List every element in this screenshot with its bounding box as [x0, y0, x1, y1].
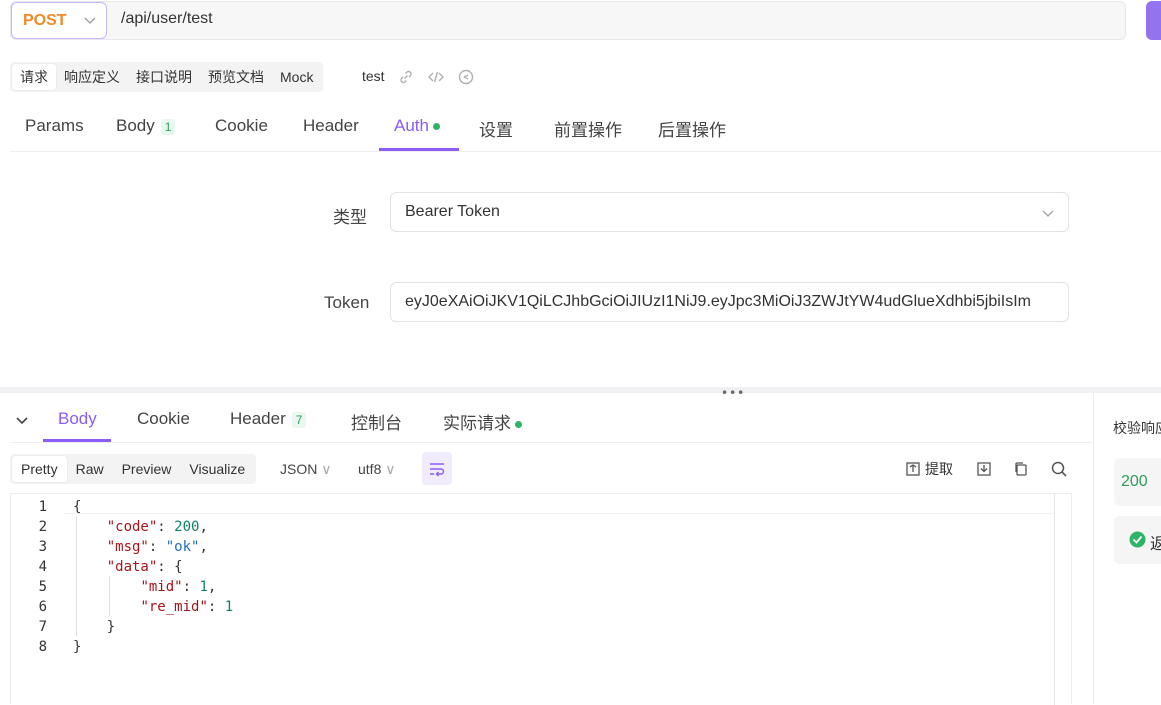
line-number: 3: [38, 539, 47, 555]
copy-icon[interactable]: [1012, 460, 1030, 478]
tab-cookie[interactable]: Cookie: [215, 116, 268, 136]
extract-icon: [906, 462, 920, 476]
editor-scrollbar[interactable]: [1054, 494, 1055, 705]
tab-body[interactable]: Body 1: [116, 116, 176, 136]
token-input[interactable]: eyJ0eXAiOiJKV1QiLCJhbGciOiJIUzI1NiJ9.eyJ…: [390, 282, 1069, 322]
response-tab-actual-request[interactable]: 实际请求: [443, 409, 522, 434]
code-line: }: [73, 639, 82, 655]
panel-splitter[interactable]: [0, 387, 1161, 393]
chevron-down-icon: [84, 17, 96, 24]
response-tab-body[interactable]: Body: [58, 409, 97, 429]
link-icon[interactable]: [397, 68, 415, 86]
tab-body-label: Body: [116, 116, 155, 135]
check-circle-icon: [1129, 531, 1146, 548]
encoding-select-value: utf8: [358, 461, 382, 477]
subtab-preview-doc[interactable]: 预览文档: [200, 64, 272, 90]
chevron-down-icon: ∨: [385, 461, 396, 477]
status-code: 200: [1121, 473, 1148, 490]
share-icon[interactable]: [457, 68, 475, 86]
response-tab-actual-label: 实际请求: [443, 414, 511, 433]
url-bar: POST: [10, 1, 1126, 40]
header-count-badge: 7: [291, 411, 307, 428]
tab-post-operations[interactable]: 后置操作: [658, 116, 726, 141]
status-code-box[interactable]: 200: [1114, 458, 1161, 506]
auth-type-label: 类型: [333, 208, 367, 227]
validation-title: 校验响应: [1113, 420, 1161, 436]
extract-button[interactable]: 提取: [905, 459, 953, 479]
auth-type-select[interactable]: Bearer Token: [390, 192, 1069, 232]
request-subtabs: 请求 响应定义 接口说明 预览文档 Mock: [10, 62, 324, 92]
code-line: "mid": 1,: [140, 579, 217, 595]
tab-header[interactable]: Header: [303, 116, 359, 136]
validation-text: 返: [1150, 536, 1161, 553]
validation-result[interactable]: 返: [1114, 516, 1161, 564]
active-line-highlight: [63, 494, 1053, 514]
search-icon[interactable]: [1050, 460, 1068, 478]
request-tabs: Params Body 1 Cookie Header Auth 设置 前置操作 …: [10, 107, 1161, 152]
tab-pre-operations[interactable]: 前置操作: [554, 116, 622, 141]
wrap-lines-button[interactable]: [422, 452, 452, 485]
code-line: "code": 200,: [106, 519, 208, 535]
line-number: 2: [38, 519, 47, 535]
active-response-tab-indicator: [43, 439, 111, 442]
chevron-down-icon: ∨: [321, 461, 332, 477]
encoding-select[interactable]: utf8 ∨: [358, 461, 396, 478]
format-select[interactable]: JSON ∨: [280, 461, 331, 478]
format-raw[interactable]: Raw: [67, 456, 113, 482]
subtab-mock[interactable]: Mock: [272, 64, 321, 90]
line-number: 6: [38, 599, 47, 615]
code-line: "data": {: [106, 559, 183, 575]
chevron-down-icon: [1042, 210, 1054, 217]
method-label: POST: [23, 11, 67, 29]
response-code-editor[interactable]: 1 2 3 4 5 6 7 8 { "code": 200, "msg": "o…: [10, 493, 1072, 705]
auth-status-dot: [432, 123, 440, 131]
subtab-response-definition[interactable]: 响应定义: [56, 64, 128, 90]
url-input[interactable]: [121, 10, 1021, 28]
format-visualize[interactable]: Visualize: [180, 456, 254, 482]
actual-request-status-dot: [515, 421, 522, 429]
api-name: test: [362, 68, 385, 84]
code-line: "re_mid": 1: [140, 599, 234, 615]
line-number: 8: [38, 639, 47, 655]
tab-params[interactable]: Params: [25, 116, 84, 136]
response-tabs: Body Cookie Header 7 控制台 实际请求: [10, 397, 1092, 443]
line-number: 7: [38, 619, 47, 635]
format-pretty[interactable]: Pretty: [12, 456, 67, 482]
code-line: {: [73, 499, 82, 515]
tab-settings[interactable]: 设置: [479, 116, 513, 141]
code-line: }: [73, 619, 116, 635]
tab-auth-label: Auth: [394, 116, 429, 135]
response-tab-header[interactable]: Header 7: [230, 409, 307, 429]
format-tabs: Pretty Raw Preview Visualize: [10, 454, 257, 484]
token-value: eyJ0eXAiOiJKV1QiLCJhbGciOiJIUzI1NiJ9.eyJ…: [405, 293, 1031, 310]
auth-type-value: Bearer Token: [405, 203, 500, 220]
method-select[interactable]: POST: [11, 2, 107, 39]
tab-auth[interactable]: Auth: [394, 116, 440, 136]
response-tab-console[interactable]: 控制台: [351, 409, 402, 434]
line-number: 1: [38, 499, 47, 515]
token-label: Token: [324, 293, 370, 312]
wrap-icon: [430, 463, 445, 477]
collapse-chevron-icon[interactable]: [14, 412, 30, 428]
code-icon[interactable]: [427, 68, 445, 86]
validation-panel: 校验响应 200 返: [1093, 393, 1161, 704]
format-select-value: JSON: [280, 461, 318, 477]
format-preview[interactable]: Preview: [113, 456, 181, 482]
body-count-badge: 1: [160, 118, 176, 135]
active-tab-indicator: [379, 148, 459, 151]
subtab-api-description[interactable]: 接口说明: [128, 64, 200, 90]
response-tab-cookie[interactable]: Cookie: [137, 409, 190, 429]
line-number: 5: [38, 579, 47, 595]
code-line: "msg": "ok",: [106, 539, 208, 555]
line-number: 4: [38, 559, 47, 575]
extract-label: 提取: [925, 461, 953, 477]
send-button[interactable]: [1146, 1, 1161, 40]
response-tab-header-label: Header: [230, 409, 286, 428]
subtab-request[interactable]: 请求: [12, 64, 56, 90]
download-icon[interactable]: [975, 460, 993, 478]
